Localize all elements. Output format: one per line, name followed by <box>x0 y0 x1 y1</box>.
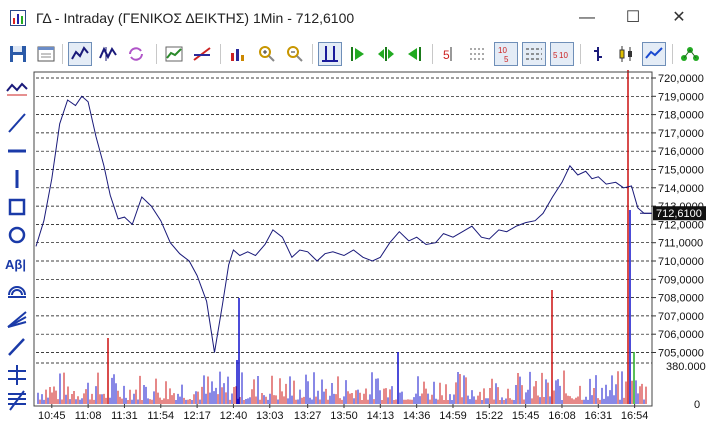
x-tick-label: 15:22 <box>476 410 504 422</box>
toolbar-separator <box>432 44 433 64</box>
bar-style-icon[interactable] <box>586 42 610 66</box>
fibonacci-icon[interactable] <box>4 388 30 414</box>
x-tick-label: 14:13 <box>367 410 395 422</box>
volume-icon[interactable] <box>226 42 250 66</box>
x-tick-label: 16:31 <box>585 410 613 422</box>
x-tick-label: 11:31 <box>111 410 138 422</box>
period-10-5-icon[interactable]: 10 5 <box>494 42 518 66</box>
y-tick-label: 706,0000 <box>658 329 704 341</box>
zoom-in-icon[interactable] <box>254 42 278 66</box>
y-tick-label: 709,0000 <box>658 274 704 286</box>
toolbar-separator <box>62 44 63 64</box>
pencil-icon[interactable] <box>4 334 30 360</box>
scroll-end-icon[interactable] <box>402 42 426 66</box>
bar-chart-icon[interactable] <box>96 42 120 66</box>
arc-icon[interactable] <box>4 278 30 304</box>
maximize-button[interactable]: ☐ <box>610 4 656 32</box>
volume-axis-max-label: 380.000 <box>666 361 706 373</box>
text-tool-icon[interactable]: Aβ| <box>4 250 30 276</box>
x-tick-label: 11:08 <box>75 410 102 422</box>
minimize-button[interactable]: — <box>564 4 610 32</box>
x-tick-label: 13:03 <box>256 410 284 422</box>
volume-axis-zero-label: 0 <box>694 399 700 411</box>
scroll-start-icon[interactable] <box>346 42 370 66</box>
toolbar-separator <box>672 44 673 64</box>
svg-text:5: 5 <box>504 55 509 64</box>
trendline-icon[interactable] <box>190 42 214 66</box>
window-title: ΓΔ - Intraday (ΓΕΝΙΚΟΣ ΔΕΙΚΤΗΣ) 1Min - 7… <box>36 10 355 26</box>
y-tick-label: 707,0000 <box>658 311 704 323</box>
y-tick-label: 719,0000 <box>658 91 704 103</box>
fan-icon[interactable] <box>4 306 30 332</box>
y-tick-label: 708,0000 <box>658 293 704 305</box>
y-tick-label: 716,0000 <box>658 146 704 158</box>
zigzag-icon[interactable] <box>4 76 30 102</box>
diagonal-line-icon[interactable] <box>4 110 30 136</box>
y-tick-label: 717,0000 <box>658 128 704 140</box>
period-5-10-icon[interactable]: 5 10 <box>550 42 574 66</box>
drawing-tools-sidebar: Aβ| <box>0 70 32 429</box>
fit-icon[interactable] <box>318 42 342 66</box>
candle-style-icon[interactable] <box>614 42 638 66</box>
grid-dash-icon[interactable] <box>522 42 546 66</box>
intraday-chart[interactable]: 10:45 11:08 11:31 11:54 12:17 12:40 13:03 13:27… <box>32 70 709 429</box>
x-tick-label: 11:54 <box>147 410 174 422</box>
period-5-icon[interactable]: 5 <box>438 42 462 66</box>
connect-icon[interactable] <box>678 42 702 66</box>
toolbar-separator <box>580 44 581 64</box>
x-tick-label: 16:08 <box>548 410 576 422</box>
grid-dots-icon[interactable] <box>466 42 490 66</box>
line-style-icon[interactable] <box>642 42 666 66</box>
text-tool-label: Aβ| <box>5 257 26 272</box>
channel-icon[interactable] <box>4 362 30 388</box>
y-tick-label: 714,0000 <box>658 183 704 195</box>
vertical-line-icon[interactable] <box>4 166 30 192</box>
x-tick-label: 14:36 <box>403 410 431 422</box>
title-bar: ΓΔ - Intraday (ΓΕΝΙΚΟΣ ΔΕΙΚΤΗΣ) 1Min - 7… <box>0 0 709 36</box>
zoom-out-icon[interactable] <box>282 42 306 66</box>
x-tick-label: 10:45 <box>38 410 66 422</box>
toolbar: 5 10 5 5 10 <box>0 38 709 71</box>
x-tick-label: 12:40 <box>220 410 248 422</box>
svg-text:10: 10 <box>498 46 507 55</box>
refresh-icon[interactable] <box>124 42 148 66</box>
x-tick-label: 15:45 <box>512 410 540 422</box>
line-chart-icon[interactable] <box>68 42 92 66</box>
x-tick-label: 12:17 <box>183 410 211 422</box>
y-tick-label: 718,0000 <box>658 110 704 122</box>
close-button[interactable]: ✕ <box>656 4 702 32</box>
current-price-label: 712,6100 <box>656 208 702 220</box>
svg-text:5: 5 <box>443 48 450 62</box>
app-chart-icon <box>10 10 26 26</box>
toolbar-separator <box>312 44 313 64</box>
save-icon[interactable] <box>6 42 30 66</box>
indicator-icon[interactable] <box>162 42 186 66</box>
svg-text:10: 10 <box>559 51 568 60</box>
y-tick-label: 710,0000 <box>658 256 704 268</box>
toolbar-separator <box>156 44 157 64</box>
x-tick-label: 13:50 <box>330 410 358 422</box>
y-tick-label: 705,0000 <box>658 348 704 360</box>
scroll-center-icon[interactable] <box>374 42 398 66</box>
toolbar-separator <box>220 44 221 64</box>
x-tick-label: 14:59 <box>439 410 467 422</box>
horizontal-line-icon[interactable] <box>4 138 30 164</box>
y-tick-label: 712,0000 <box>658 219 704 231</box>
rectangle-icon[interactable] <box>4 194 30 220</box>
window-icon[interactable] <box>34 42 58 66</box>
x-tick-label: 16:54 <box>621 410 649 422</box>
y-tick-label: 711,0000 <box>658 238 703 250</box>
circle-icon[interactable] <box>4 222 30 248</box>
y-tick-label: 715,0000 <box>658 165 704 177</box>
chart-area[interactable]: 10:45 11:08 11:31 11:54 12:17 12:40 13:03 13:27… <box>32 70 709 429</box>
svg-text:5: 5 <box>553 51 558 60</box>
y-tick-label: 720,0000 <box>658 73 704 85</box>
x-tick-label: 13:27 <box>294 410 322 422</box>
